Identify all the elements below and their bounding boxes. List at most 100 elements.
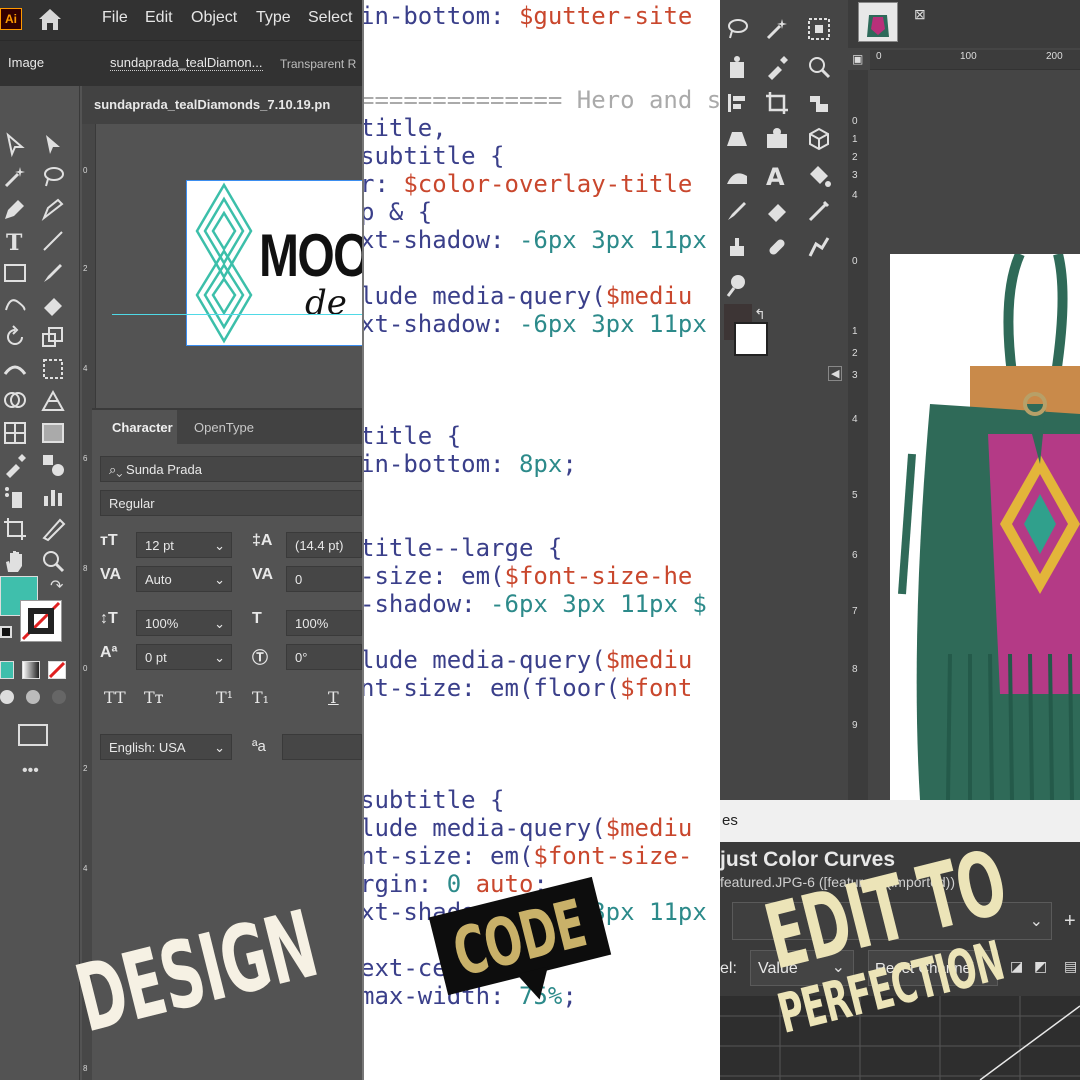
- hand-tool-icon[interactable]: [2, 548, 28, 574]
- chevron-down-icon[interactable]: ⌄: [214, 572, 225, 588]
- anti-aliasing-select[interactable]: [282, 734, 362, 760]
- screen-mode-icon[interactable]: [18, 724, 48, 746]
- free-transform-tool-icon[interactable]: [40, 356, 66, 382]
- text-tool-icon[interactable]: A: [764, 162, 790, 191]
- eyedropper-tool-icon[interactable]: [2, 452, 28, 478]
- menu-edit[interactable]: Edit: [145, 9, 173, 27]
- add-preset-icon[interactable]: +: [1064, 910, 1076, 933]
- eraser-tool-icon[interactable]: [764, 198, 790, 224]
- heal-tool-icon[interactable]: [764, 234, 790, 260]
- zoom-tool-icon[interactable]: [806, 54, 832, 80]
- slice-tool-icon[interactable]: [40, 516, 66, 542]
- default-colors-icon[interactable]: [0, 626, 12, 638]
- stroke-swatch[interactable]: [20, 600, 62, 642]
- vertical-scale-field[interactable]: 100% ⌄: [136, 610, 232, 636]
- dodge-burn-tool-icon[interactable]: [724, 272, 750, 298]
- fuzzy-select-tool-icon[interactable]: [764, 16, 790, 42]
- menu-object[interactable]: Object: [191, 9, 237, 27]
- paintbrush-tool-icon[interactable]: [40, 260, 66, 286]
- more-tools-icon[interactable]: •••: [22, 762, 39, 780]
- rectangle-tool-icon[interactable]: [2, 260, 28, 286]
- leading-field[interactable]: (14.4 pt): [286, 532, 362, 558]
- artboard[interactable]: MOO de: [186, 180, 362, 346]
- subscript-button[interactable]: T₁: [252, 688, 269, 707]
- clone-tool-icon[interactable]: [724, 234, 750, 260]
- swap-colors-icon[interactable]: ↷: [50, 576, 63, 596]
- pen-tool-icon[interactable]: [2, 196, 28, 222]
- draw-inside-icon[interactable]: [52, 690, 66, 704]
- chevron-down-icon[interactable]: ⌄: [214, 650, 225, 666]
- paintbrush-tool-icon[interactable]: [724, 198, 750, 224]
- draw-behind-icon[interactable]: [26, 690, 40, 704]
- linear-icon[interactable]: ◪: [1010, 958, 1023, 975]
- direct-selection-tool-icon[interactable]: [40, 132, 66, 158]
- color-picker-tool-icon[interactable]: [764, 54, 790, 80]
- draw-normal-icon[interactable]: [0, 690, 14, 704]
- home-icon[interactable]: [36, 6, 64, 32]
- baseline-shift-field[interactable]: 0 pt ⌄: [136, 644, 232, 670]
- smudge-tool-icon[interactable]: [806, 234, 832, 260]
- scale-tool-icon[interactable]: [40, 324, 66, 350]
- color-mode-icon[interactable]: [0, 661, 14, 679]
- crop-tool-icon[interactable]: [764, 90, 790, 116]
- foreground-select-tool-icon[interactable]: [724, 54, 750, 80]
- tab-opentype[interactable]: OpenType: [194, 420, 254, 435]
- type-tool-icon[interactable]: T: [2, 228, 28, 256]
- shape-builder-tool-icon[interactable]: [2, 388, 28, 414]
- document-tab[interactable]: sundaprada_tealDiamonds_7.10.19.pn: [82, 86, 362, 124]
- blend-tool-icon[interactable]: [40, 452, 66, 478]
- swap-colors-icon[interactable]: ↰: [754, 306, 766, 323]
- all-caps-button[interactable]: TT: [104, 688, 126, 707]
- tracking-field[interactable]: 0: [286, 566, 362, 592]
- navigate-icon[interactable]: ▣: [852, 52, 863, 66]
- artboard-tool-icon[interactable]: [2, 516, 28, 542]
- column-graph-tool-icon[interactable]: [40, 484, 66, 510]
- line-tool-icon[interactable]: [40, 228, 66, 254]
- 3d-transform-tool-icon[interactable]: [806, 126, 832, 152]
- font-size-field[interactable]: 12 pt ⌄: [136, 532, 232, 558]
- curvature-tool-icon[interactable]: [40, 196, 66, 222]
- superscript-button[interactable]: T¹: [216, 688, 233, 707]
- rotate-tool-icon[interactable]: [2, 324, 28, 350]
- background-color-swatch[interactable]: [734, 322, 768, 356]
- eraser-tool-icon[interactable]: [40, 292, 66, 318]
- lasso-tool-icon[interactable]: [724, 16, 750, 42]
- guide-line[interactable]: [112, 314, 362, 315]
- magic-wand-tool-icon[interactable]: [2, 164, 28, 190]
- transparent-option[interactable]: Transparent R: [280, 57, 356, 71]
- horizontal-scale-field[interactable]: 100%: [286, 610, 362, 636]
- histogram-icon[interactable]: ▤: [1064, 958, 1077, 975]
- kerning-field[interactable]: Auto ⌄: [136, 566, 232, 592]
- airbrush-tool-icon[interactable]: [806, 198, 832, 224]
- shaper-tool-icon[interactable]: [2, 292, 28, 318]
- perspective-grid-tool-icon[interactable]: [40, 388, 66, 414]
- width-tool-icon[interactable]: [2, 356, 28, 382]
- symbol-sprayer-tool-icon[interactable]: [2, 484, 28, 510]
- none-mode-icon[interactable]: [48, 661, 66, 679]
- chevron-down-icon[interactable]: ⌄: [214, 616, 225, 632]
- language-select[interactable]: English: USA ⌄: [100, 734, 232, 760]
- menu-file[interactable]: File: [102, 9, 128, 27]
- image-thumbnail[interactable]: [858, 2, 898, 42]
- log-icon[interactable]: ◩: [1034, 958, 1047, 975]
- image-canvas[interactable]: [890, 251, 1080, 801]
- select-by-color-tool-icon[interactable]: [806, 16, 832, 42]
- font-style-field[interactable]: Regular: [100, 490, 362, 516]
- menu-type[interactable]: Type: [256, 9, 291, 27]
- chevron-down-icon[interactable]: ⌄: [214, 538, 225, 554]
- gradient-tool-icon[interactable]: [40, 420, 66, 446]
- menu-select[interactable]: Select: [308, 9, 352, 27]
- mesh-tool-icon[interactable]: [2, 420, 28, 446]
- close-icon[interactable]: ⊠: [914, 6, 926, 23]
- font-family-field[interactable]: ⌕⌄ Sunda Prada: [100, 456, 362, 482]
- zoom-tool-icon[interactable]: [40, 548, 66, 574]
- gradient-mode-icon[interactable]: [22, 661, 40, 679]
- tab-character[interactable]: Character: [92, 410, 177, 444]
- bucket-fill-tool-icon[interactable]: [806, 162, 832, 188]
- warp-transform-tool-icon[interactable]: [724, 162, 750, 188]
- cage-transform-tool-icon[interactable]: [764, 126, 790, 152]
- linked-file-link[interactable]: sundaprada_tealDiamon...: [110, 55, 263, 71]
- underline-button[interactable]: T: [328, 688, 339, 707]
- small-caps-button[interactable]: Tт: [144, 688, 164, 707]
- transform-tool-icon[interactable]: [806, 90, 832, 116]
